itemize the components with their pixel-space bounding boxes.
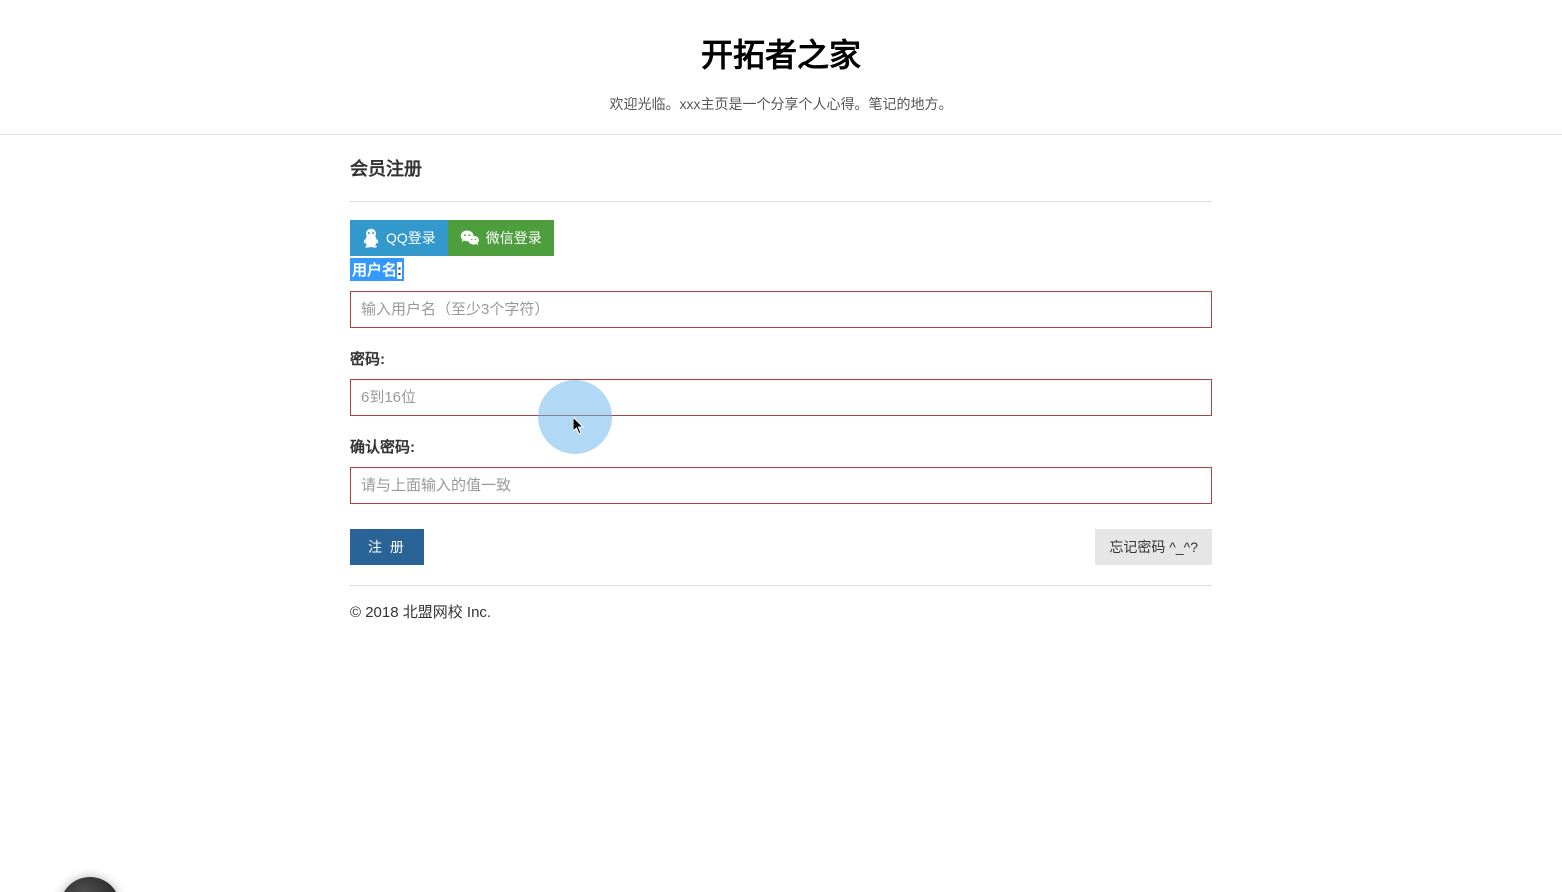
wechat-icon bbox=[460, 229, 480, 247]
register-button[interactable]: 注 册 bbox=[350, 529, 424, 565]
username-group: 用户名 bbox=[350, 258, 1212, 328]
password-input[interactable] bbox=[350, 379, 1212, 416]
username-input[interactable] bbox=[350, 291, 1212, 328]
social-login-row: QQ登录 微信登录 bbox=[350, 220, 1212, 256]
footer-copyright: © 2018 北盟网校 Inc. bbox=[350, 586, 1212, 622]
username-label: 用户名 bbox=[350, 258, 404, 281]
qq-login-label: QQ登录 bbox=[386, 228, 436, 248]
confirm-password-group: 确认密码: bbox=[350, 436, 1212, 504]
forgot-password-button[interactable]: 忘记密码 ^_^? bbox=[1095, 529, 1212, 565]
qq-icon bbox=[362, 228, 380, 248]
bottom-widget-icon[interactable] bbox=[60, 877, 120, 892]
confirm-password-label: 确认密码: bbox=[350, 436, 415, 457]
confirm-password-input[interactable] bbox=[350, 467, 1212, 504]
page-header: 开拓者之家 欢迎光临。xxx主页是一个分享个人心得。笔记的地方。 bbox=[0, 0, 1562, 135]
site-title: 开拓者之家 bbox=[0, 30, 1562, 76]
qq-login-button[interactable]: QQ登录 bbox=[350, 220, 448, 256]
main-container: 会员注册 QQ登录 bbox=[350, 135, 1212, 622]
wechat-login-label: 微信登录 bbox=[486, 228, 542, 248]
wechat-login-button[interactable]: 微信登录 bbox=[448, 220, 554, 256]
actions-row: 注 册 忘记密码 ^_^? bbox=[350, 529, 1212, 586]
password-group: 密码: bbox=[350, 348, 1212, 416]
site-subtitle: 欢迎光临。xxx主页是一个分享个人心得。笔记的地方。 bbox=[0, 94, 1562, 114]
page-heading: 会员注册 bbox=[350, 155, 1212, 202]
password-label: 密码: bbox=[350, 348, 385, 369]
